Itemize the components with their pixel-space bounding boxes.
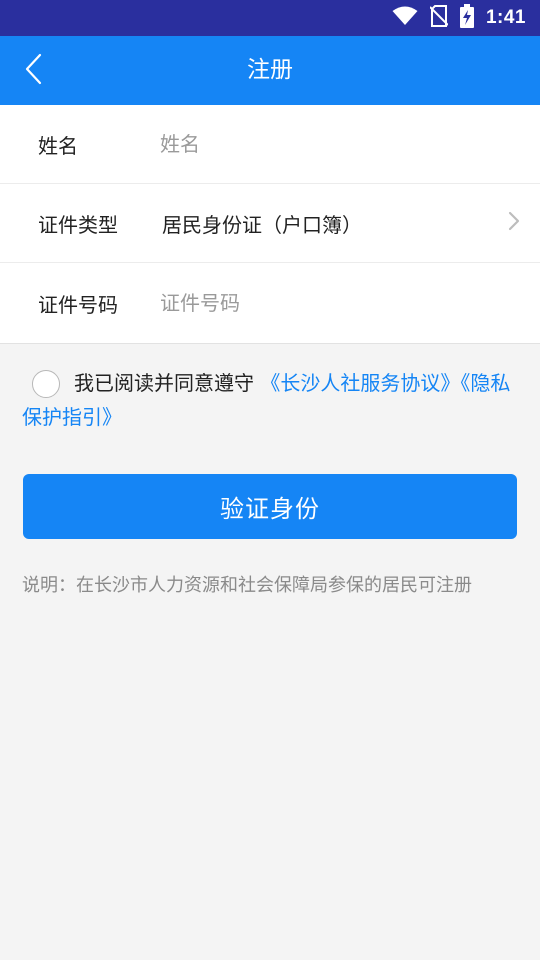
id-type-row[interactable]: 证件类型 居民身份证（户口簿） — [0, 184, 540, 263]
status-icons: 1:41 — [392, 0, 526, 36]
id-number-row: 证件号码 — [0, 263, 540, 343]
id-type-select[interactable]: 居民身份证（户口簿） — [162, 184, 362, 262]
agreement: 我已阅读并同意遵守 《长沙人社服务协议》《隐私保护指引》 — [22, 366, 522, 434]
id-type-label: 证件类型 — [38, 212, 118, 237]
agreement-text: 我已阅读并同意遵守 — [74, 371, 254, 395]
id-number-input[interactable] — [160, 291, 490, 315]
name-input[interactable] — [160, 132, 490, 156]
name-row: 姓名 — [0, 105, 540, 184]
chevron-right-icon[interactable] — [508, 211, 520, 235]
battery-charging-icon — [459, 4, 474, 32]
agreement-checkbox[interactable] — [32, 370, 60, 398]
no-sim-icon — [429, 5, 449, 31]
status-bar: 1:41 — [0, 0, 540, 36]
title-bar: 注册 — [0, 36, 540, 105]
status-time: 1:41 — [485, 7, 526, 28]
registration-note: 说明：在长沙市人力资源和社会保障局参保的居民可注册 — [22, 575, 472, 596]
id-number-label: 证件号码 — [38, 292, 118, 317]
service-agreement-link[interactable]: 《长沙人社服务协议》 — [260, 371, 460, 395]
page-title: 注册 — [247, 57, 293, 83]
name-label: 姓名 — [38, 133, 78, 158]
wifi-icon — [392, 6, 418, 30]
verify-identity-button[interactable]: 验证身份 — [23, 474, 517, 539]
registration-form: 姓名 证件类型 居民身份证（户口簿） 证件号码 — [0, 105, 540, 344]
